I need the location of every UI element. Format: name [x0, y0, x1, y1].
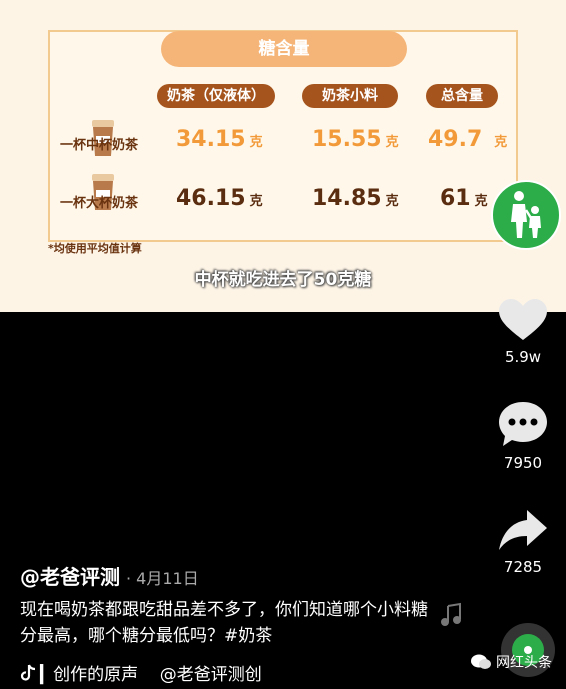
column-header-total: 总含量 — [426, 84, 498, 108]
video-frame[interactable]: 糖含量 奶茶（仅液体） 奶茶小料 总含量 一杯中杯奶茶 34.15 克 15.55… — [0, 0, 566, 312]
like-count: 5.9w — [504, 348, 542, 366]
value-medium-toppings: 15.55 克 — [312, 127, 399, 152]
table-title: 糖含量 — [161, 31, 407, 67]
video-subtitle: 中杯就吃进去了50克糖 — [194, 270, 372, 290]
music-line[interactable]: ▎创作的原声 @老爸评测创 — [20, 660, 262, 685]
column-header-toppings: 奶茶小料 — [302, 84, 398, 108]
post-date: · 4月11日 — [126, 569, 199, 588]
wechat-icon — [471, 654, 491, 669]
column-header-tea: 奶茶（仅液体） — [157, 84, 275, 108]
share-count: 7285 — [503, 558, 543, 576]
value-large-toppings: 14.85 克 — [312, 186, 399, 211]
value-medium-tea: 34.15 克 — [176, 127, 263, 152]
watermark: 网红头条 — [470, 652, 552, 672]
row-label-medium: 一杯中杯奶茶 — [60, 138, 139, 153]
music-title: ▎创作的原声 @老爸评测创 — [40, 665, 262, 685]
value-large-total: 61 克 — [440, 186, 488, 211]
author-line: @老爸评测 · 4月11日 — [20, 561, 199, 590]
author-avatar[interactable] — [491, 180, 561, 250]
music-note-icon — [441, 602, 461, 626]
value-medium-total: 49.7 克 — [428, 127, 508, 152]
comment-button[interactable]: 7950 — [488, 400, 558, 472]
share-button[interactable]: 7285 — [488, 508, 558, 576]
row-label-large: 一杯大杯奶茶 — [60, 196, 139, 211]
share-arrow-icon — [499, 510, 547, 550]
post-description: 现在喝奶茶都跟吃甜品差不多了，你们知道哪个小料糖分最高，哪个糖分最低吗？#奶茶 — [20, 600, 428, 646]
like-button[interactable]: 5.9w — [488, 298, 558, 366]
heart-icon — [499, 299, 547, 340]
comment-count: 7950 — [503, 454, 543, 472]
watermark-text: 网红头条 — [496, 655, 552, 671]
tiktok-note-icon — [20, 664, 36, 680]
table-footnote: *均使用平均值计算 — [48, 242, 142, 255]
comment-icon — [499, 402, 547, 446]
author-name[interactable]: @老爸评测 — [20, 565, 120, 589]
parent-child-icon — [511, 191, 541, 238]
value-large-tea: 46.15 克 — [176, 186, 263, 211]
